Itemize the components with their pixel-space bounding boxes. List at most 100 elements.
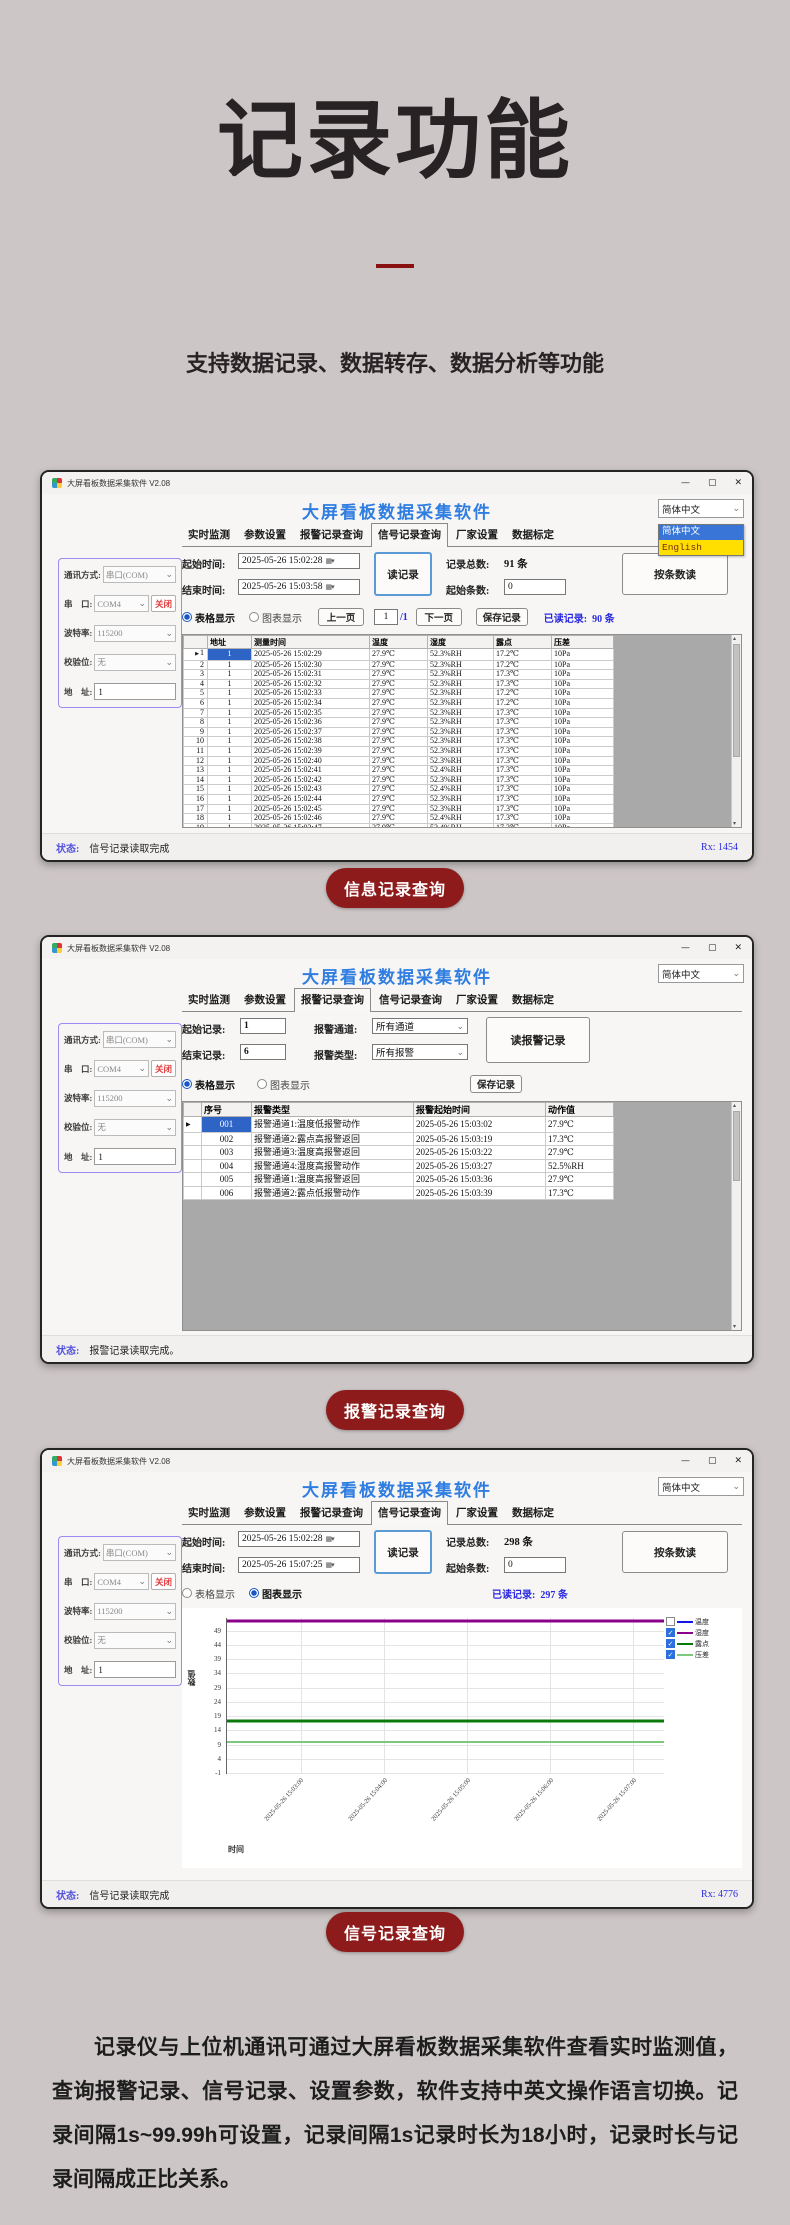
- comm-port-select[interactable]: COM4: [94, 1573, 149, 1590]
- next-page-button[interactable]: 下一页: [416, 608, 462, 626]
- end-time-input[interactable]: 2025-05-26 15:03:58: [238, 579, 360, 595]
- table-row[interactable]: 005报警通道1:温度高报警返回2025-05-26 15:03:3627.9℃: [184, 1173, 614, 1187]
- table-row[interactable]: 812025-05-26 15:02:3627.9℃ 52.3%RH17.3℃1…: [184, 718, 614, 728]
- language-select[interactable]: 简体中文: [658, 964, 744, 983]
- table-row[interactable]: 1812025-05-26 15:02:4627.9℃ 52.4%RH17.3℃…: [184, 814, 614, 824]
- comm-port-select[interactable]: COM4: [94, 1060, 149, 1077]
- tab-factory[interactable]: 厂家设置: [450, 989, 504, 1011]
- tab-calibration[interactable]: 数据标定: [506, 1502, 560, 1524]
- table-row[interactable]: 1912025-05-26 15:02:4727.9℃ 52.4%RH17.3℃…: [184, 823, 614, 828]
- read-records-button[interactable]: 读记录: [374, 1530, 432, 1574]
- table-row[interactable]: 512025-05-26 15:02:3327.9℃ 52.3%RH17.2℃1…: [184, 689, 614, 699]
- table-row[interactable]: 612025-05-26 15:02:3427.9℃ 52.3%RH17.2℃1…: [184, 698, 614, 708]
- chart-display-radio[interactable]: [249, 612, 259, 622]
- table-row[interactable]: 1612025-05-26 15:02:4427.9℃ 52.3%RH17.3℃…: [184, 794, 614, 804]
- parity-select[interactable]: 无: [94, 1632, 176, 1649]
- close-button[interactable]: [734, 478, 742, 488]
- legend-checkbox[interactable]: [666, 1617, 675, 1626]
- port-close-button[interactable]: 关闭: [151, 1573, 176, 1590]
- maximize-button[interactable]: [708, 478, 717, 488]
- read-by-count-button[interactable]: 按条数读: [622, 1531, 728, 1573]
- baud-select[interactable]: 115200: [94, 1090, 176, 1107]
- save-records-button[interactable]: 保存记录: [470, 1075, 522, 1093]
- table-row[interactable]: 1212025-05-26 15:02:4027.9℃ 52.3%RH17.3℃…: [184, 756, 614, 766]
- read-by-count-button[interactable]: 按条数读: [622, 553, 728, 595]
- tab-signal-query[interactable]: 信号记录查询: [373, 989, 448, 1011]
- start-time-input[interactable]: 2025-05-26 15:02:28: [238, 553, 360, 569]
- address-input[interactable]: 1: [94, 1148, 176, 1165]
- chart-display-radio[interactable]: [257, 1079, 267, 1089]
- minimize-button[interactable]: [681, 943, 690, 953]
- comm-port-select[interactable]: COM4: [94, 595, 149, 612]
- tab-signal-query[interactable]: 信号记录查询: [371, 1501, 448, 1525]
- language-select[interactable]: 简体中文: [658, 1477, 744, 1496]
- minimize-button[interactable]: [681, 478, 690, 488]
- read-records-button[interactable]: 读记录: [374, 552, 432, 596]
- scrollbar-thumb[interactable]: [733, 644, 740, 757]
- table-row[interactable]: 006报警通道2:露点低报警动作2025-05-26 15:03:3917.3℃: [184, 1186, 614, 1200]
- maximize-button[interactable]: [708, 1456, 717, 1466]
- tab-alarm-query[interactable]: 报警记录查询: [294, 1502, 369, 1524]
- table-row[interactable]: 312025-05-26 15:02:3127.9℃ 52.3%RH17.3℃1…: [184, 670, 614, 680]
- close-button[interactable]: [734, 1456, 742, 1466]
- tab-factory[interactable]: 厂家设置: [450, 1502, 504, 1524]
- table-scrollbar[interactable]: [731, 635, 741, 827]
- address-input[interactable]: 1: [94, 683, 176, 700]
- comm-mode-select[interactable]: 串口(COM): [103, 566, 176, 583]
- tab-params[interactable]: 参数设置: [238, 1502, 292, 1524]
- scrollbar-thumb[interactable]: [733, 1111, 740, 1181]
- end-time-input[interactable]: 2025-05-26 15:07:25: [238, 1557, 360, 1573]
- tab-alarm-query[interactable]: 报警记录查询: [294, 524, 369, 546]
- table-row[interactable]: 912025-05-26 15:02:3727.9℃ 52.3%RH17.3℃1…: [184, 727, 614, 737]
- tab-params[interactable]: 参数设置: [238, 989, 292, 1011]
- end-record-input[interactable]: 6: [240, 1044, 286, 1060]
- table-row[interactable]: 1412025-05-26 15:02:4227.9℃ 52.3%RH17.3℃…: [184, 775, 614, 785]
- table-row[interactable]: 003报警通道3:温度高报警返回2025-05-26 15:03:2227.9℃: [184, 1146, 614, 1160]
- table-row[interactable]: 212025-05-26 15:02:3027.9℃ 52.3%RH17.2℃1…: [184, 660, 614, 670]
- page-number-input[interactable]: 1: [374, 609, 398, 625]
- alarm-type-select[interactable]: 所有报警: [372, 1044, 468, 1060]
- table-display-radio[interactable]: [182, 1588, 192, 1598]
- start-record-input[interactable]: 1: [240, 1018, 286, 1034]
- read-alarm-records-button[interactable]: 读报警记录: [486, 1017, 590, 1063]
- address-input[interactable]: 1: [94, 1661, 176, 1678]
- table-display-radio[interactable]: [182, 612, 192, 622]
- start-count-input[interactable]: 0: [504, 579, 566, 595]
- legend-checkbox[interactable]: [666, 1650, 675, 1659]
- tab-realtime[interactable]: 实时监测: [182, 989, 236, 1011]
- table-row[interactable]: 1112025-05-26 15:02:3927.9℃ 52.3%RH17.3℃…: [184, 746, 614, 756]
- comm-mode-select[interactable]: 串口(COM): [103, 1031, 176, 1048]
- parity-select[interactable]: 无: [94, 1119, 176, 1136]
- table-row[interactable]: 112025-05-26 15:02:2927.9℃ 52.3%RH17.2℃1…: [184, 649, 614, 661]
- alarm-channel-select[interactable]: 所有通道: [372, 1018, 468, 1034]
- baud-select[interactable]: 115200: [94, 1603, 176, 1620]
- tab-realtime[interactable]: 实时监测: [182, 524, 236, 546]
- legend-checkbox[interactable]: [666, 1628, 675, 1637]
- parity-select[interactable]: 无: [94, 654, 176, 671]
- baud-select[interactable]: 115200: [94, 625, 176, 642]
- table-row[interactable]: 712025-05-26 15:02:3527.9℃ 52.3%RH17.3℃1…: [184, 708, 614, 718]
- close-button[interactable]: [734, 943, 742, 953]
- table-scrollbar[interactable]: [731, 1102, 741, 1330]
- signal-record-table[interactable]: 地址测量时间 温度湿度露点压差 112025-05-26 15:02:2927.…: [182, 634, 742, 828]
- prev-page-button[interactable]: 上一页: [318, 608, 364, 626]
- comm-mode-select[interactable]: 串口(COM): [103, 1544, 176, 1561]
- table-row[interactable]: 001报警通道1:温度低报警动作2025-05-26 15:03:0227.9℃: [184, 1117, 614, 1133]
- table-display-radio[interactable]: [182, 1079, 192, 1089]
- minimize-button[interactable]: [681, 1456, 690, 1466]
- port-close-button[interactable]: 关闭: [151, 595, 176, 612]
- tab-factory[interactable]: 厂家设置: [450, 524, 504, 546]
- table-row[interactable]: 1012025-05-26 15:02:3827.9℃ 52.3%RH17.3℃…: [184, 737, 614, 747]
- table-row[interactable]: 002报警通道2:露点高报警返回2025-05-26 15:03:1917.3℃: [184, 1132, 614, 1146]
- tab-realtime[interactable]: 实时监测: [182, 1502, 236, 1524]
- save-records-button[interactable]: 保存记录: [476, 608, 528, 626]
- tab-calibration[interactable]: 数据标定: [506, 524, 560, 546]
- tab-signal-query[interactable]: 信号记录查询: [371, 523, 448, 547]
- tab-params[interactable]: 参数设置: [238, 524, 292, 546]
- chart-display-radio[interactable]: [249, 1588, 259, 1598]
- maximize-button[interactable]: [708, 943, 717, 953]
- table-row[interactable]: 1512025-05-26 15:02:4327.9℃ 52.4%RH17.3℃…: [184, 785, 614, 795]
- port-close-button[interactable]: 关闭: [151, 1060, 176, 1077]
- start-time-input[interactable]: 2025-05-26 15:02:28: [238, 1531, 360, 1547]
- language-select[interactable]: 简体中文: [658, 499, 744, 518]
